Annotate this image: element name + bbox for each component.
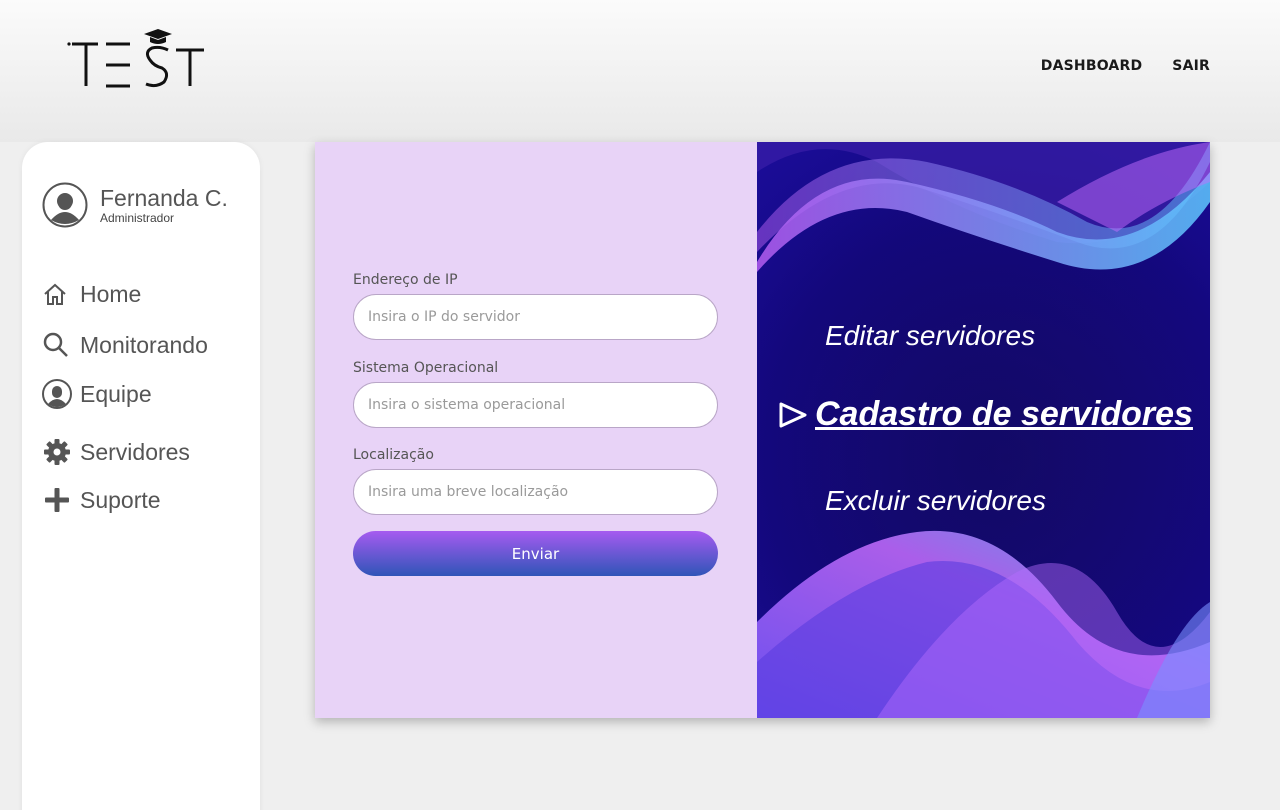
submit-button[interactable]: Enviar xyxy=(353,531,718,576)
logo-graphic xyxy=(67,29,204,88)
sidebar-item-support[interactable]: Suporte xyxy=(42,486,161,514)
plus-icon xyxy=(42,486,72,514)
dashboard-link[interactable]: DASHBOARD xyxy=(1041,58,1143,74)
server-card: Endereço de IP Sistema Operacional Local… xyxy=(315,142,1210,718)
os-input[interactable] xyxy=(353,382,718,428)
sidebar-item-monitoring[interactable]: Monitorando xyxy=(42,331,208,359)
top-nav: DASHBOARD SAIR xyxy=(1041,58,1210,74)
play-arrow-icon xyxy=(779,402,807,427)
user-role: Administrador xyxy=(100,211,175,225)
sidebar-item-label: Servidores xyxy=(80,438,190,465)
delete-servers-link[interactable]: Excluir servidores xyxy=(825,485,1046,517)
top-header: DASHBOARD SAIR xyxy=(0,0,1280,142)
user-avatar-icon xyxy=(42,182,88,228)
sidebar-item-label: Suporte xyxy=(80,486,161,513)
register-servers-link[interactable]: Cadastro de servidores xyxy=(777,395,1193,434)
location-input[interactable] xyxy=(353,469,718,515)
location-label: Localização xyxy=(353,447,434,463)
sidebar-item-home[interactable]: Home xyxy=(42,280,142,308)
server-actions-panel: Editar servidores Cadastro de servidores… xyxy=(757,142,1210,718)
edit-servers-link[interactable]: Editar servidores xyxy=(825,320,1035,352)
os-label: Sistema Operacional xyxy=(353,360,499,376)
sidebar-item-label: Equipe xyxy=(80,380,152,407)
gear-icon xyxy=(42,438,72,466)
ip-label: Endereço de IP xyxy=(353,272,458,288)
logout-link[interactable]: SAIR xyxy=(1172,58,1210,74)
search-icon xyxy=(42,331,72,359)
sidebar-item-team[interactable]: Equipe xyxy=(42,379,152,409)
logo[interactable] xyxy=(64,28,214,92)
user-profile[interactable]: Fernanda C. Administrador xyxy=(42,182,228,228)
server-form: Endereço de IP Sistema Operacional Local… xyxy=(315,142,757,718)
sidebar: Fernanda C. Administrador Home Monitoran… xyxy=(22,142,260,810)
sidebar-item-servers[interactable]: Servidores xyxy=(42,438,190,466)
user-icon xyxy=(42,379,72,409)
register-servers-label: Cadastro de servidores xyxy=(815,395,1193,433)
user-name: Fernanda C. xyxy=(100,185,228,211)
sidebar-item-label: Home xyxy=(80,280,142,307)
ip-input[interactable] xyxy=(353,294,718,340)
sidebar-item-label: Monitorando xyxy=(80,331,208,358)
home-icon xyxy=(42,280,72,308)
